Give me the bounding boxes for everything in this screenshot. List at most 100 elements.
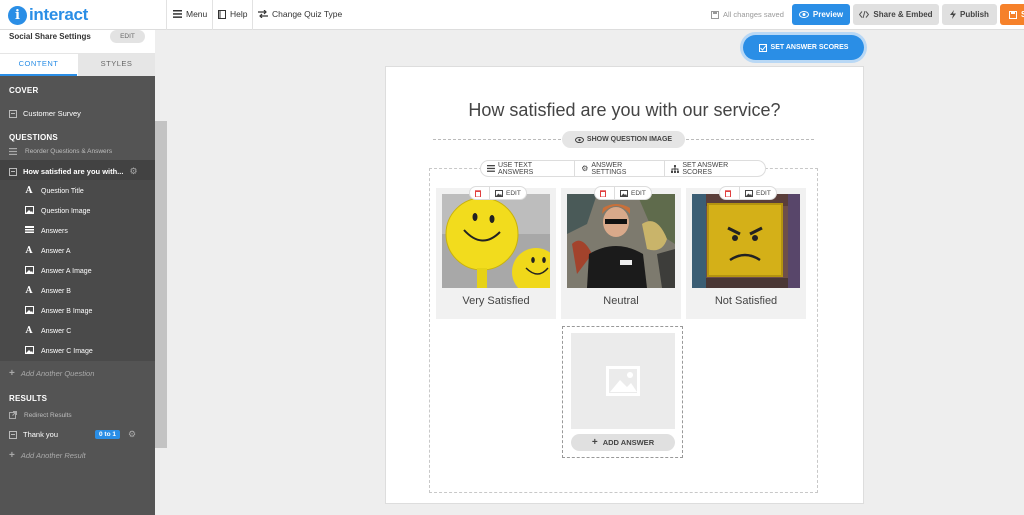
add-question-label: Add Another Question: [20, 369, 95, 378]
redirect-results-link[interactable]: Redirect Results: [9, 411, 72, 419]
text-icon: A: [25, 286, 33, 296]
swap-arrows-icon: [258, 10, 268, 18]
delete-answer-button[interactable]: [595, 187, 615, 199]
sidebar-subitem[interactable]: A Question Title: [24, 186, 84, 196]
sidebar-subitem[interactable]: Answers: [24, 226, 68, 236]
questions-heading: QUESTIONS: [9, 133, 58, 142]
subitem-label: Answer C: [41, 327, 72, 335]
set-answer-scores-toolbar-button[interactable]: SET ANSWER SCORES: [665, 160, 765, 177]
expand-icon: [9, 109, 17, 118]
sidebar-item-result[interactable]: Thank you 0 to 1 ⚙: [9, 429, 136, 440]
sidebar-item-cover[interactable]: Customer Survey: [9, 109, 81, 118]
sidebar-subitem[interactable]: A Answer C: [24, 326, 72, 336]
social-share-header: Social Share Settings EDIT: [0, 30, 155, 54]
set-answer-scores-button[interactable]: SET ANSWER SCORES: [743, 35, 864, 60]
answer-settings-button[interactable]: ⚙ ANSWER SETTINGS: [575, 160, 666, 177]
answer-card-a[interactable]: Very Satisfied EDIT: [436, 186, 556, 319]
answer-c-label[interactable]: Not Satisfied: [686, 295, 806, 307]
sidebar-subitem[interactable]: Answer A Image: [24, 266, 92, 277]
sidebar-scrollbar[interactable]: [155, 121, 167, 448]
reorder-icon: [9, 148, 17, 155]
preview-button[interactable]: Preview: [792, 4, 850, 25]
answer-c-tools: EDIT: [719, 186, 777, 200]
plus-icon: +: [9, 368, 15, 379]
answer-card-b[interactable]: Neutral EDIT: [561, 186, 681, 319]
reorder-questions-link[interactable]: Reorder Questions & Answers: [9, 148, 112, 155]
subitem-label: Answers: [41, 227, 68, 235]
sidebar-subitem[interactable]: Question Image: [24, 206, 90, 217]
answer-b-image[interactable]: [567, 194, 675, 288]
sidebar-tabs: CONTENT STYLES: [0, 54, 155, 76]
redirect-label: Redirect Results: [24, 411, 72, 419]
answer-toolbar: USE TEXT ANSWERS ⚙ ANSWER SETTINGS SET A…: [480, 160, 766, 177]
show-question-image-button[interactable]: SHOW QUESTION IMAGE: [562, 131, 685, 148]
interact-logo[interactable]: i interact: [8, 5, 88, 25]
help-label: Help: [230, 9, 248, 19]
edit-answer-button[interactable]: EDIT: [740, 187, 776, 199]
gear-icon[interactable]: ⚙: [129, 166, 137, 177]
sidebar-subitem[interactable]: Answer B Image: [24, 306, 92, 317]
save-button[interactable]: S: [1000, 4, 1024, 25]
subitem-label: Answer A Image: [41, 268, 92, 275]
answer-card-c[interactable]: Not Satisfied EDIT: [686, 186, 806, 319]
subitem-label: Answer B: [41, 287, 71, 295]
text-icon: A: [25, 246, 33, 256]
edit-answer-button[interactable]: EDIT: [615, 187, 651, 199]
use-text-answers-button[interactable]: USE TEXT ANSWERS: [481, 160, 576, 177]
expand-icon: [9, 430, 17, 439]
cover-heading: COVER: [9, 86, 39, 95]
bolt-icon: [950, 10, 957, 19]
image-icon: [24, 306, 34, 317]
menu-button[interactable]: Menu: [173, 9, 207, 19]
delete-answer-button[interactable]: [720, 187, 740, 199]
show-image-label: SHOW QUESTION IMAGE: [586, 136, 673, 143]
help-button[interactable]: Help: [218, 9, 247, 19]
sidebar-subitem[interactable]: A Answer A: [24, 246, 71, 256]
answer-a-tools: EDIT: [469, 186, 527, 200]
change-quiz-type-button[interactable]: Change Quiz Type: [258, 9, 342, 19]
subitem-label: Answer A: [41, 247, 71, 255]
answer-a-image[interactable]: [442, 194, 550, 288]
floppy-icon: [711, 10, 719, 19]
result-range-badge: 0 to 1: [95, 430, 120, 439]
divider: [212, 0, 213, 30]
set-answer-scores-label: SET ANSWER SCORES: [682, 161, 729, 176]
sitemap-icon: [671, 164, 680, 173]
add-answer-button[interactable]: + ADD ANSWER: [571, 434, 675, 451]
question-title[interactable]: How satisfied are you with our service?: [385, 100, 864, 121]
add-result-link[interactable]: + Add Another Result: [9, 450, 86, 461]
add-question-link[interactable]: + Add Another Question: [9, 368, 94, 379]
saved-text: All changes saved: [723, 10, 784, 19]
publish-button[interactable]: Publish: [942, 4, 997, 25]
divider: [686, 139, 814, 140]
trash-icon: [600, 189, 606, 197]
divider: [166, 0, 167, 30]
image-icon: [745, 189, 753, 197]
use-text-answers-label: USE TEXT ANSWERS: [497, 161, 534, 176]
sidebar-item-active-question[interactable]: How satisfied are you with... ⚙: [9, 166, 138, 177]
book-icon: [218, 9, 226, 19]
social-share-title: Social Share Settings: [9, 32, 91, 41]
share-embed-button[interactable]: Share & Embed: [853, 4, 939, 25]
sidebar-subitem[interactable]: A Answer B: [24, 286, 71, 296]
list-icon: [24, 226, 34, 236]
add-answer-card[interactable]: + ADD ANSWER: [562, 326, 683, 458]
tab-styles[interactable]: STYLES: [78, 54, 155, 76]
edit-answer-button[interactable]: EDIT: [490, 187, 526, 199]
gear-icon[interactable]: ⚙: [128, 429, 136, 440]
answer-a-label[interactable]: Very Satisfied: [436, 295, 556, 307]
top-bar: i interact Menu Help Change Quiz Type Al…: [0, 0, 1024, 30]
tab-content[interactable]: CONTENT: [0, 54, 77, 76]
sidebar-subitem[interactable]: Answer C Image: [24, 346, 93, 357]
social-share-edit-button[interactable]: EDIT: [110, 30, 145, 43]
text-icon: A: [25, 186, 33, 196]
answer-b-label[interactable]: Neutral: [561, 295, 681, 307]
answer-settings-label: ANSWER SETTINGS: [591, 161, 627, 176]
edit-label: EDIT: [756, 189, 771, 197]
answer-c-image[interactable]: [692, 194, 800, 288]
menu-label: Menu: [186, 9, 208, 19]
active-question-label: How satisfied are you with...: [23, 167, 124, 176]
eye-icon: [798, 11, 809, 18]
delete-answer-button[interactable]: [470, 187, 490, 199]
image-icon: [24, 206, 34, 217]
